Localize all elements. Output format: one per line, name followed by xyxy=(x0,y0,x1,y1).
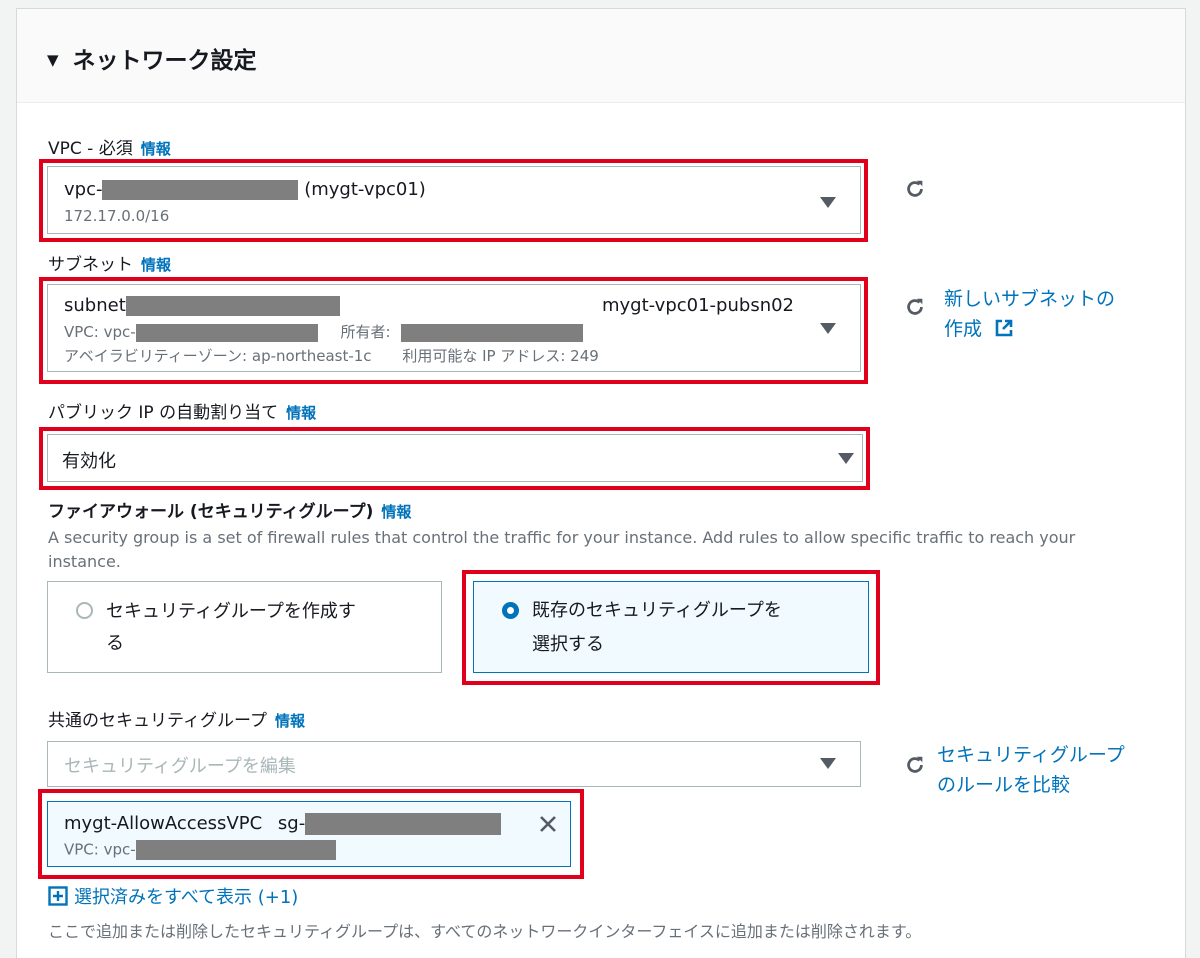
firewall-label: ファイアウォール (セキュリティグループ) xyxy=(48,502,374,522)
firewall-description: A security group is a set of firewall ru… xyxy=(48,528,1076,571)
highlight-box-vpc xyxy=(39,159,868,242)
compare-sg-rules-link-line1: セキュリティグループ xyxy=(937,744,1125,766)
subnet-info-link[interactable]: 情報 xyxy=(141,256,171,274)
public-ip-info-link[interactable]: 情報 xyxy=(286,404,316,422)
section-title-text: ネットワーク設定 xyxy=(72,48,257,74)
security-group-select[interactable]: セキュリティグループを編集 xyxy=(47,741,861,787)
compare-sg-rules-link-line2: のルールを比較 xyxy=(937,774,1071,796)
highlight-box-public-ip xyxy=(39,427,870,490)
chevron-down-icon xyxy=(820,758,836,769)
public-ip-label-row: パブリック IP の自動割り当て 情報 xyxy=(48,398,316,423)
collapse-triangle-icon[interactable]: ▼ xyxy=(47,51,59,69)
common-sg-info-link[interactable]: 情報 xyxy=(275,712,305,730)
highlight-box-subnet xyxy=(39,277,868,384)
expand-plus-icon xyxy=(48,886,68,906)
create-sg-radio[interactable] xyxy=(76,602,93,619)
security-group-select-placeholder: セキュリティグループを編集 xyxy=(64,756,296,777)
highlight-box-existing-sg xyxy=(462,570,880,685)
refresh-security-groups-icon[interactable] xyxy=(904,754,926,776)
security-group-note: ここで追加または削除したセキュリティグループは、すべてのネットワークインターフェ… xyxy=(48,922,922,941)
create-subnet-link-line2: 作成 xyxy=(944,318,983,340)
create-sg-option-line2: る xyxy=(106,633,124,654)
section-title[interactable]: ▼ ネットワーク設定 xyxy=(47,41,257,75)
common-sg-label: 共通のセキュリティグループ xyxy=(48,711,267,731)
public-ip-label: パブリック IP の自動割り当て xyxy=(48,403,279,423)
show-all-selected-text: 選択済みをすべて表示 (+1) xyxy=(74,887,299,908)
panel-header[interactable]: ▼ ネットワーク設定 xyxy=(17,9,1185,103)
vpc-label: VPC - 必須 xyxy=(48,139,133,159)
external-link-icon xyxy=(995,319,1013,337)
highlight-box-sg-token xyxy=(38,789,584,879)
create-subnet-link-line1: 新しいサブネットの xyxy=(944,288,1116,310)
subnet-label-row: サブネット 情報 xyxy=(48,250,171,275)
create-sg-option-line1: セキュリティグループを作成す xyxy=(106,601,356,622)
refresh-vpc-icon[interactable] xyxy=(904,178,926,200)
create-security-group-option[interactable]: セキュリティグループを作成す る xyxy=(47,581,442,673)
show-all-selected-link[interactable]: 選択済みをすべて表示 (+1) xyxy=(48,884,298,912)
vpc-info-link[interactable]: 情報 xyxy=(141,140,171,158)
compare-sg-rules-link[interactable]: セキュリティグループ のルールを比較 xyxy=(937,740,1125,800)
create-sg-option-label: セキュリティグループを作成す る xyxy=(106,596,356,660)
create-subnet-link[interactable]: 新しいサブネットの 作成 xyxy=(944,284,1115,344)
subnet-label: サブネット xyxy=(48,255,133,275)
refresh-subnet-icon[interactable] xyxy=(904,296,926,318)
vpc-label-row: VPC - 必須 情報 xyxy=(48,134,171,159)
firewall-label-row: ファイアウォール (セキュリティグループ) 情報 xyxy=(48,497,411,522)
common-sg-label-row: 共通のセキュリティグループ 情報 xyxy=(48,706,305,731)
firewall-info-link[interactable]: 情報 xyxy=(381,503,411,521)
